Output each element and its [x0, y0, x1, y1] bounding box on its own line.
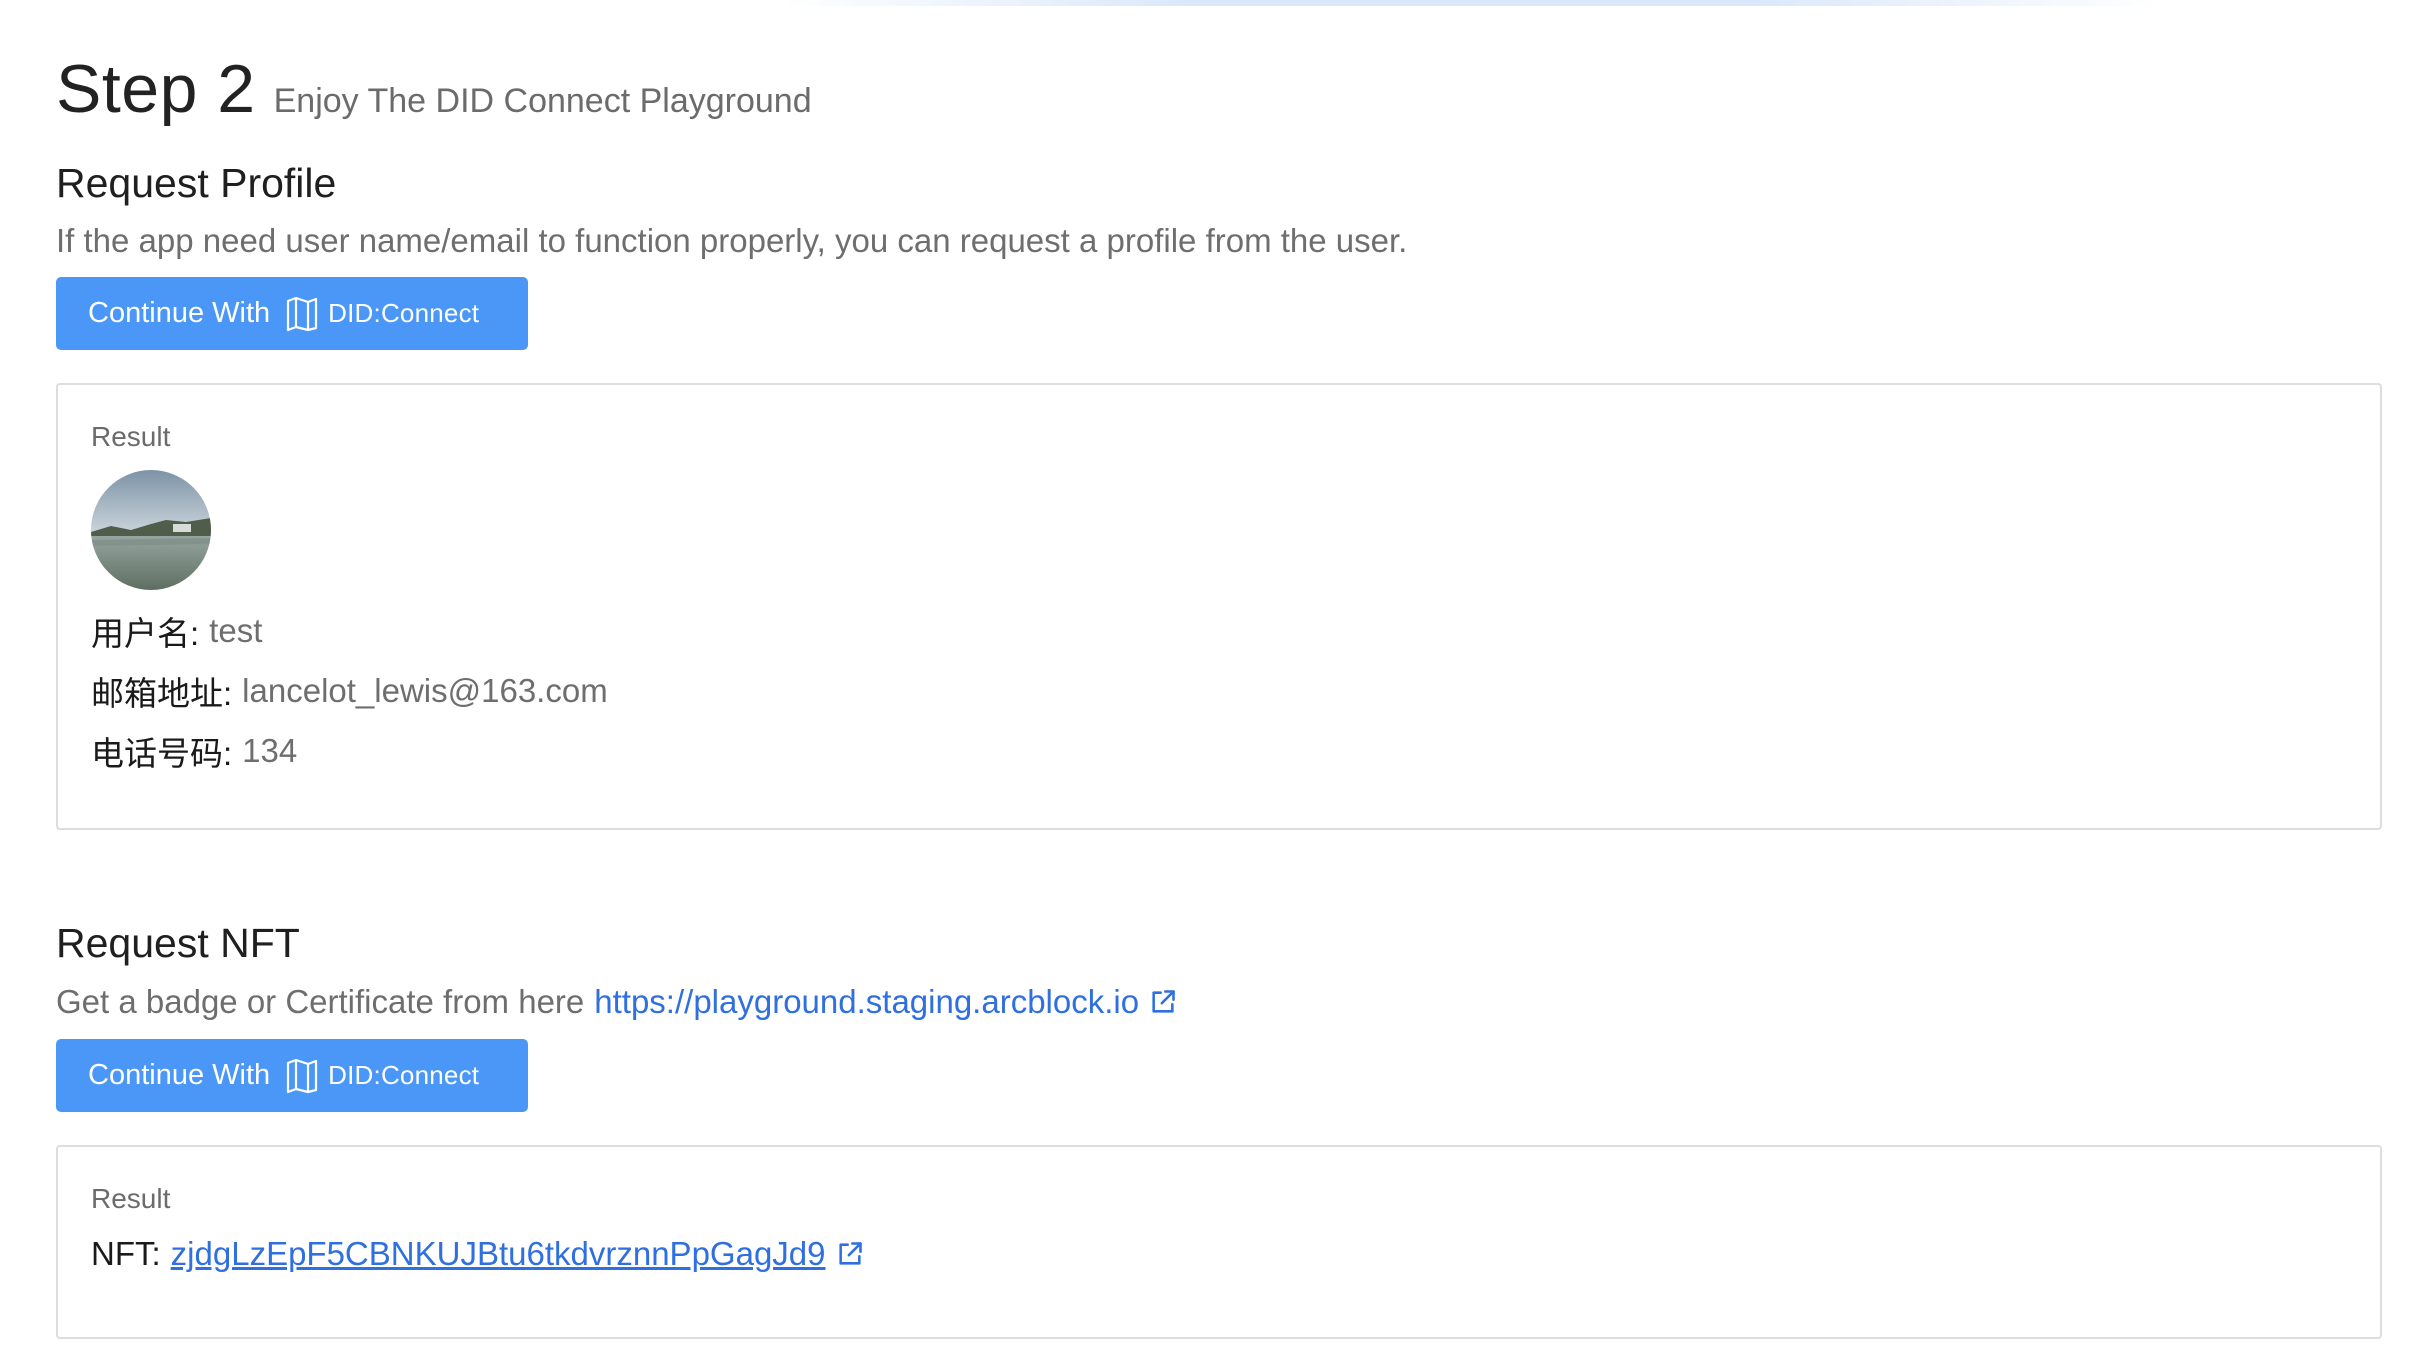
field-key: 邮箱地址:	[91, 675, 233, 712]
nft-key: NFT:	[91, 1235, 161, 1272]
button-brand-label: DID:Connect	[328, 298, 480, 328]
field-key: 电话号码:	[91, 735, 233, 772]
button-brand-label: DID:Connect	[328, 1060, 480, 1090]
request-profile-description: If the app need user name/email to funct…	[56, 222, 1407, 260]
profile-continue-button[interactable]: Continue With DID:Connect	[56, 277, 528, 350]
external-link-icon[interactable]	[1149, 988, 1177, 1016]
field-value: lancelot_lewis@163.com	[242, 672, 608, 709]
profile-result-box: Result 用户名: test 邮箱地址: lancelot_lewis@16…	[56, 383, 2382, 830]
field-value: 134	[242, 732, 298, 769]
nft-id-link[interactable]: zjdgLzEpF5CBNKUJBtu6tkdvrznnPpGagJd9	[171, 1235, 826, 1273]
request-nft-description-text: Get a badge or Certificate from here	[56, 983, 585, 1020]
request-nft-description: Get a badge or Certificate from here htt…	[56, 983, 1177, 1021]
playground-link[interactable]: https://playground.staging.arcblock.io	[594, 983, 1139, 1021]
step-heading: Step 2 Enjoy The DID Connect Playground	[56, 50, 812, 128]
did-logo-icon	[287, 296, 318, 331]
avatar	[91, 470, 211, 590]
field-key: 用户名:	[91, 615, 200, 652]
profile-field-phone: 电话号码: 134	[91, 727, 297, 775]
nft-result-box: Result NFT: zjdgLzEpF5CBNKUJBtu6tkdvrznn…	[56, 1145, 2382, 1339]
avatar-image	[91, 470, 211, 590]
button-prefix-label: Continue With	[88, 297, 271, 329]
request-nft-title: Request NFT	[56, 920, 300, 966]
nft-continue-button[interactable]: Continue With DID:Connect	[56, 1039, 528, 1112]
field-value: test	[209, 612, 263, 649]
nft-result-label: Result	[91, 1183, 171, 1214]
request-profile-title: Request Profile	[56, 160, 337, 206]
profile-field-username: 用户名: test	[91, 607, 262, 655]
page: Step 2 Enjoy The DID Connect Playground …	[0, 0, 2413, 1359]
external-link-icon[interactable]	[836, 1240, 864, 1268]
step-subtitle: Enjoy The DID Connect Playground	[273, 82, 812, 120]
profile-result-label: Result	[91, 421, 171, 452]
top-gradient-bar	[780, 0, 2160, 6]
profile-field-email: 邮箱地址: lancelot_lewis@163.com	[91, 667, 608, 715]
did-logo-icon	[287, 1058, 318, 1093]
nft-field: NFT: zjdgLzEpF5CBNKUJBtu6tkdvrznnPpGagJd…	[91, 1235, 864, 1273]
button-prefix-label: Continue With	[88, 1059, 271, 1091]
request-profile-description-text: If the app need user name/email to funct…	[56, 222, 1408, 259]
step-title: Step 2	[56, 51, 256, 127]
